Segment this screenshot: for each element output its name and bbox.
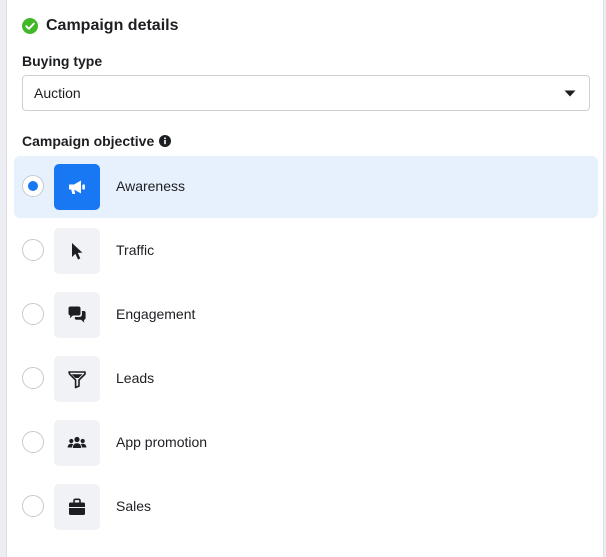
objective-option-engagement[interactable]: Engagement	[14, 284, 598, 346]
option-icon-tile	[54, 484, 100, 530]
radio-button[interactable]	[22, 431, 44, 453]
caret-down-icon	[564, 90, 576, 97]
option-icon-tile	[54, 420, 100, 466]
objective-option-label: Leads	[116, 370, 155, 386]
buying-type-label: Buying type	[22, 53, 102, 69]
option-icon-tile	[54, 292, 100, 338]
option-icon-tile	[54, 356, 100, 402]
objective-option-awareness[interactable]: Awareness	[14, 156, 598, 218]
cursor-icon	[72, 243, 83, 260]
objective-option-label: Awareness	[116, 178, 186, 194]
buying-type-label-text: Buying type	[22, 53, 103, 69]
campaign-objective-options: Awareness Traffic Engagement Leads App p…	[14, 156, 598, 540]
objective-option-app-promotion[interactable]: App promotion	[14, 412, 598, 474]
section-title: Campaign details	[46, 17, 179, 34]
buying-type-select[interactable]: Auction	[22, 75, 590, 111]
megaphone-icon	[69, 180, 85, 194]
radio-button[interactable]	[22, 367, 44, 389]
radio-button[interactable]	[22, 239, 44, 261]
people-icon	[67, 436, 87, 448]
check-circle-icon	[22, 18, 38, 34]
radio-button[interactable]	[22, 495, 44, 517]
objective-option-label: App promotion	[116, 434, 208, 450]
chat-bubbles-icon	[68, 306, 86, 323]
campaign-objective-label-text: Campaign objective	[22, 133, 155, 149]
option-icon-tile	[54, 228, 100, 274]
objective-option-label: Engagement	[116, 306, 196, 322]
buying-type-selected-value: Auction	[34, 85, 81, 101]
campaign-details-panel: Campaign details Buying type Auction Cam…	[6, 0, 604, 557]
objective-option-sales[interactable]: Sales	[14, 476, 598, 538]
funnel-icon	[68, 371, 86, 389]
objective-option-leads[interactable]: Leads	[14, 348, 598, 410]
objective-option-traffic[interactable]: Traffic	[14, 220, 598, 282]
objective-option-label: Traffic	[116, 242, 155, 258]
info-icon[interactable]	[159, 135, 172, 147]
shopping-bag-icon	[69, 498, 85, 515]
radio-button[interactable]	[22, 303, 44, 325]
campaign-details-header: Campaign details	[22, 15, 178, 37]
campaign-objective-label: Campaign objective	[22, 133, 172, 149]
radio-button[interactable]	[22, 175, 44, 197]
option-icon-tile	[54, 164, 100, 210]
objective-option-label: Sales	[116, 498, 152, 514]
